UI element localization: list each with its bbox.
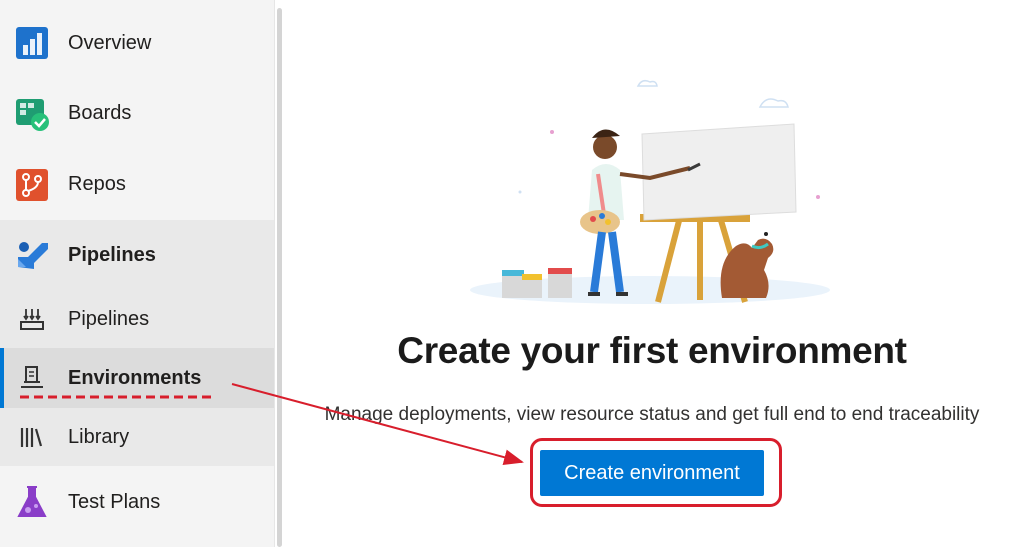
sidebar-item-label: Overview xyxy=(68,31,152,54)
empty-state-illustration xyxy=(460,62,840,307)
create-environment-button[interactable]: Create environment xyxy=(540,450,764,496)
sidebar-item-label: Pipelines xyxy=(68,243,156,266)
environments-icon xyxy=(18,364,46,392)
sidebar-item-pipelines-section[interactable]: Pipelines xyxy=(0,220,274,290)
test-plans-icon xyxy=(14,484,50,520)
pipelines-icon xyxy=(14,237,50,273)
scrollbar-thumb[interactable] xyxy=(277,8,282,547)
sidebar-item-label: Environments xyxy=(68,366,202,389)
sidebar-item-repos[interactable]: Repos xyxy=(0,149,274,220)
sidebar-item-label: Boards xyxy=(68,102,132,124)
pipeline-sub-icon xyxy=(18,305,46,333)
repos-icon xyxy=(14,167,50,203)
sidebar-item-environments[interactable]: Environments xyxy=(0,348,274,408)
sidebar-item-boards[interactable]: Boards xyxy=(0,78,274,149)
sidebar-item-label: Repos xyxy=(68,173,126,195)
page-subtitle: Manage deployments, view resource status… xyxy=(324,404,980,425)
sidebar-scrollbar[interactable] xyxy=(274,0,283,547)
selected-indicator xyxy=(0,348,4,408)
sidebar-item-overview[interactable]: Overview xyxy=(0,8,274,78)
page-title: Create your first environment xyxy=(397,330,907,371)
sidebar-item-label: Library xyxy=(68,425,130,448)
sidebar: Overview Boards Repos Pipelines Pipeline… xyxy=(0,0,274,547)
sidebar-item-pipelines[interactable]: Pipelines xyxy=(0,290,274,348)
library-icon xyxy=(18,423,46,451)
overview-icon xyxy=(14,25,50,61)
sidebar-item-test-plans[interactable]: Test Plans xyxy=(0,466,274,538)
sidebar-item-library[interactable]: Library xyxy=(0,408,274,466)
sidebar-item-label: Test Plans xyxy=(68,490,161,513)
boards-icon xyxy=(14,96,50,132)
sidebar-item-label: Pipelines xyxy=(68,307,150,330)
